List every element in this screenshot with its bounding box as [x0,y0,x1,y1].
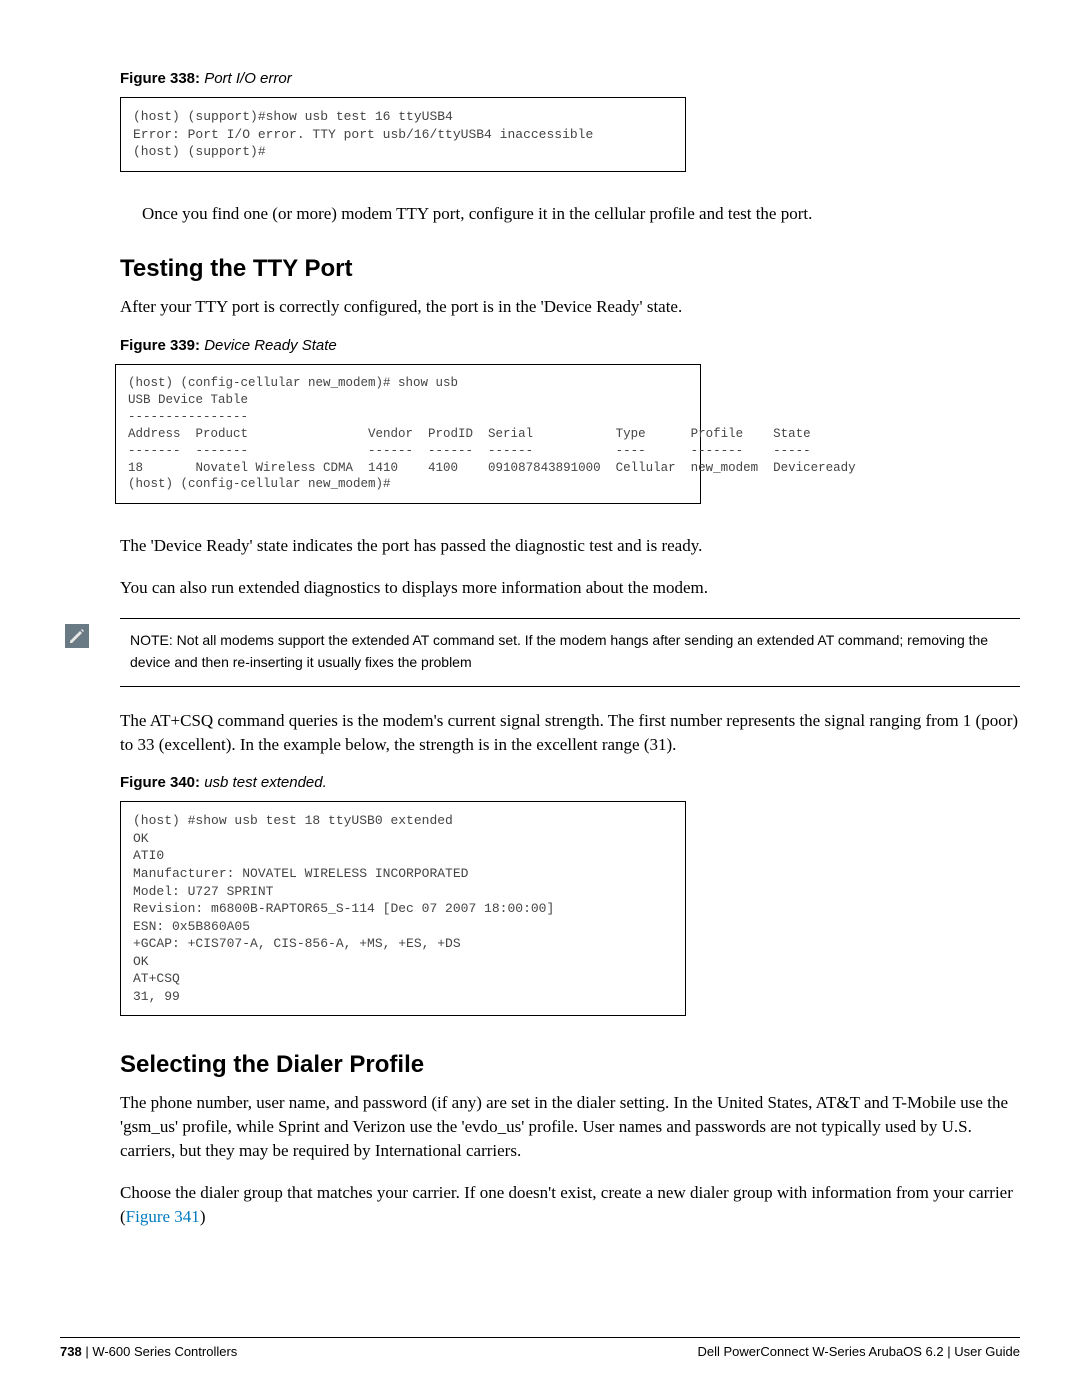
paragraph-dialer-2: Choose the dialer group that matches you… [120,1181,1020,1229]
figure-340-caption: Figure 340: usb test extended. [120,774,1020,791]
figure-339-caption: Figure 339: Device Ready State [120,337,1020,354]
figure-339-title: Device Ready State [204,337,337,354]
figure-339-label: Figure 339: [120,337,200,354]
paragraph-extended-diag: You can also run extended diagnostics to… [120,576,1020,600]
figure-340-title: usb test extended. [204,774,327,791]
page-number: 738 [60,1344,82,1359]
page-footer: 738 | W-600 Series Controllers Dell Powe… [60,1337,1020,1359]
paragraph-atcsq: The AT+CSQ command queries is the modem'… [120,709,1020,757]
paragraph-tty-intro: After your TTY port is correctly configu… [120,295,1020,319]
pencil-icon [65,624,89,648]
footer-doc: User Guide [954,1344,1020,1359]
figure-338-title: Port I/O error [204,70,292,87]
paragraph-after-338: Once you find one (or more) modem TTY po… [120,202,1020,226]
footer-row: 738 | W-600 Series Controllers Dell Powe… [60,1344,1020,1359]
figure-340-code: (host) #show usb test 18 ttyUSB0 extende… [120,801,686,1016]
paragraph-dialer-2-post: ) [200,1207,206,1226]
figure-338-caption: Figure 338: Port I/O error [120,70,1020,87]
note-rule-bottom [120,686,1020,687]
heading-testing-tty-port: Testing the TTY Port [120,255,1020,283]
paragraph-dialer-1: The phone number, user name, and passwor… [120,1091,1020,1162]
footer-left: 738 | W-600 Series Controllers [60,1344,237,1359]
footer-right: Dell PowerConnect W-Series ArubaOS 6.2 |… [697,1344,1020,1359]
heading-dialer-profile: Selecting the Dialer Profile [120,1051,1020,1079]
paragraph-dialer-2-pre: Choose the dialer group that matches you… [120,1183,1013,1226]
figure-338-label: Figure 338: [120,70,200,87]
note-block: NOTE: Not all modems support the extende… [120,618,1020,687]
figure-341-link[interactable]: Figure 341 [126,1207,200,1226]
figure-338-code: (host) (support)#show usb test 16 ttyUSB… [120,97,686,172]
page: Figure 338: Port I/O error (host) (suppo… [0,0,1080,1397]
footer-sep2: | [944,1344,955,1359]
footer-product: Dell PowerConnect W-Series ArubaOS 6.2 [697,1344,943,1359]
paragraph-device-ready: The 'Device Ready' state indicates the p… [120,534,1020,558]
figure-339-code: (host) (config-cellular new_modem)# show… [115,364,701,504]
footer-section: W-600 Series Controllers [92,1344,237,1359]
footer-rule [60,1337,1020,1338]
footer-sep: | [82,1344,93,1359]
figure-340-label: Figure 340: [120,774,200,791]
note-text: NOTE: Not all modems support the extende… [120,619,1020,686]
